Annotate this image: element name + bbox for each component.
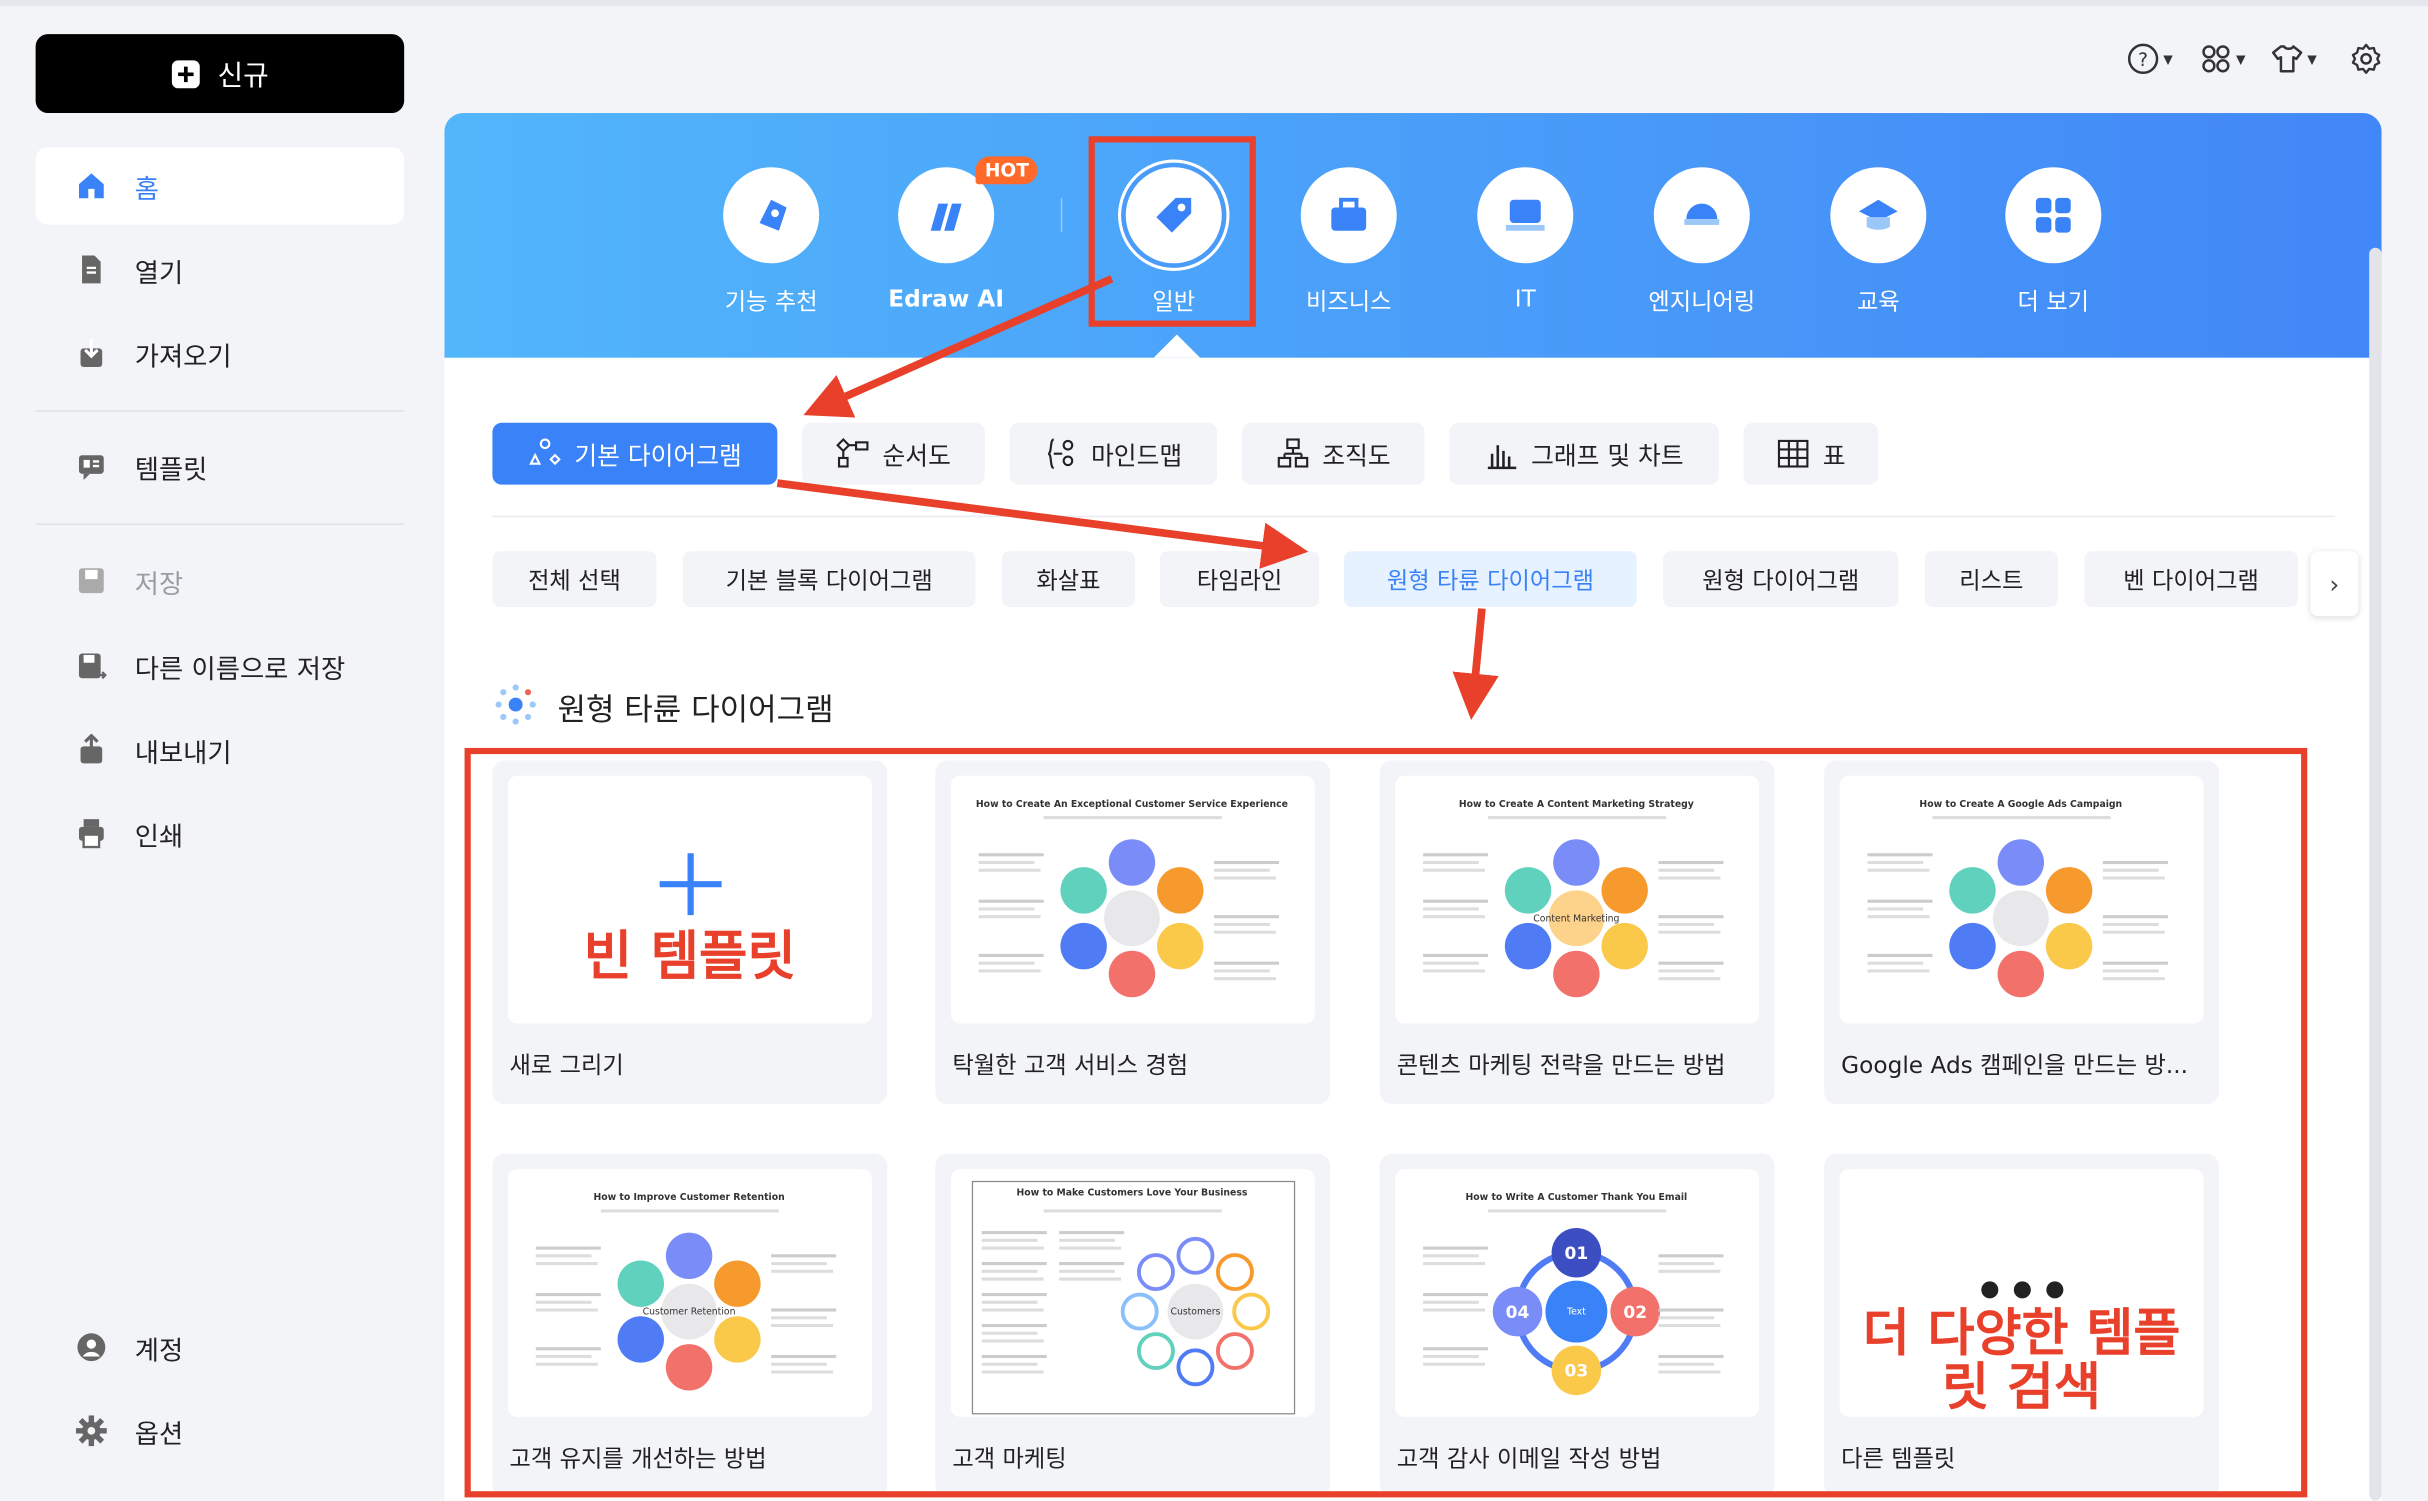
annotation-overlay bbox=[464, 136, 2308, 1498]
annotation-box-category bbox=[1088, 136, 1256, 327]
annotation-arrow bbox=[803, 275, 1114, 418]
annotation-arrow bbox=[776, 479, 1309, 569]
annotation-box-templates bbox=[464, 747, 2308, 1498]
annotation-arrow bbox=[1452, 608, 1499, 720]
